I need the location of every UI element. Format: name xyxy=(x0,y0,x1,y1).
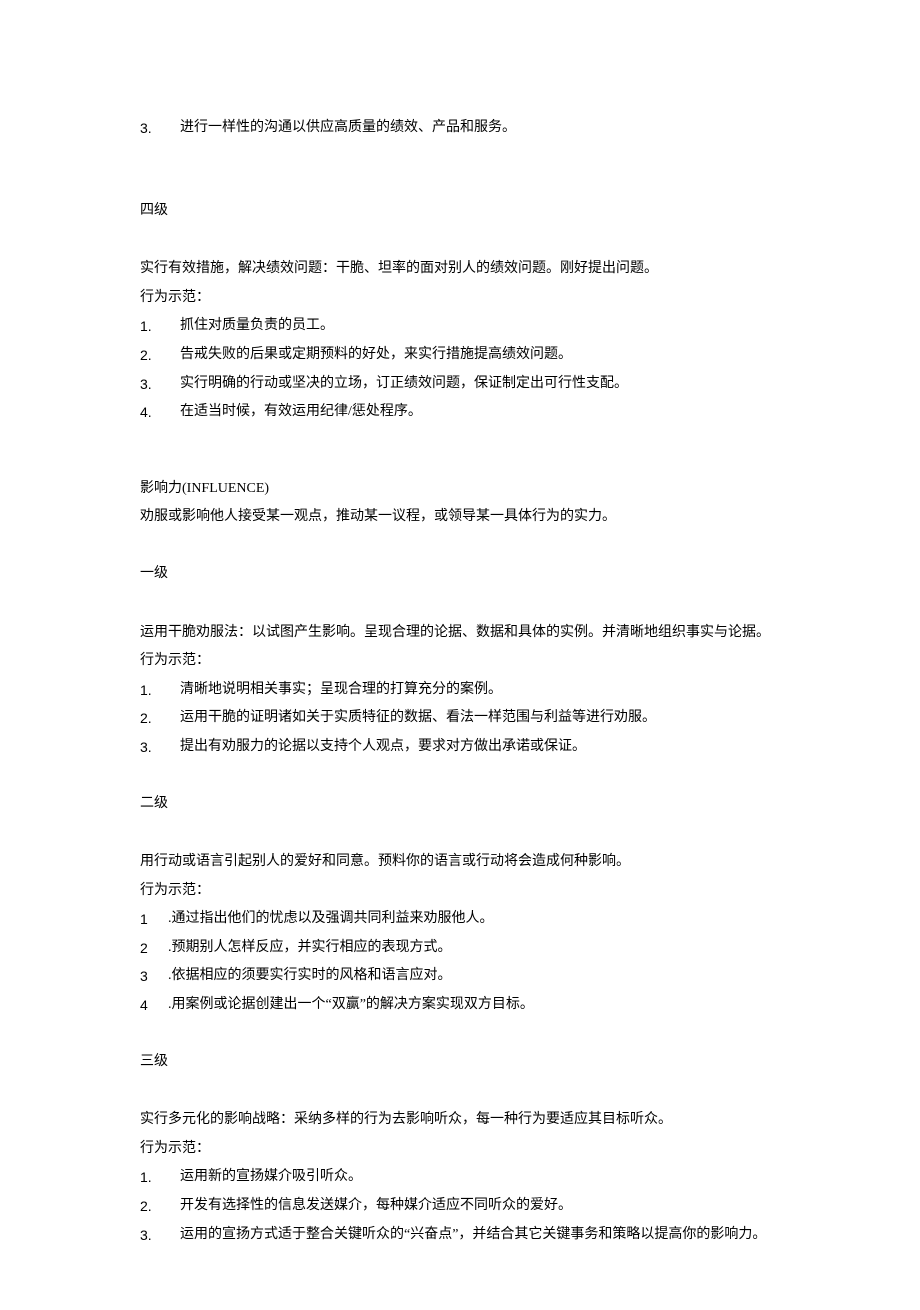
list-item: 1. 抓住对质量负责的员工。 xyxy=(140,313,780,340)
level-4-block: 四级 实行有效措施，解决绩效问题：干脆、坦率的面对别人的绩效问题。刚好提出问题。… xyxy=(140,198,780,426)
level-2-block: 二级 用行动或语言引起别人的爱好和同意。预料你的语言或行动将会造成何种影响。 行… xyxy=(140,791,780,1019)
list-text: .预期别人怎样反应，并实行相应的表现方式。 xyxy=(168,935,780,962)
example-label: 行为示范： xyxy=(140,878,780,905)
list-text: 提出有劝服力的论据以支持个人观点，要求对方做出承诺或保证。 xyxy=(180,734,780,761)
list-item: 2 .预期别人怎样反应，并实行相应的表现方式。 xyxy=(140,935,780,962)
competency-description: 劝服或影响他人接受某一观点，推动某一议程，或领导某一具体行为的实力。 xyxy=(140,504,780,531)
list-item: 1. 运用新的宣扬媒介吸引听众。 xyxy=(140,1164,780,1191)
list-item: 4. 在适当时候，有效运用纪律/惩处程序。 xyxy=(140,399,780,426)
list-item: 3. 运用的宣扬方式适于整合关键听众的“兴奋点”，并结合其它关键事务和策略以提高… xyxy=(140,1222,780,1249)
list-text: 抓住对质量负责的员工。 xyxy=(180,313,780,340)
list-item: 3. 实行明确的行动或坚决的立场，订正绩效问题，保证制定出可行性支配。 xyxy=(140,371,780,398)
influence-title-block: 影响力(INFLUENCE) 劝服或影响他人接受某一观点，推动某一议程，或领导某… xyxy=(140,476,780,531)
list-number: 3. xyxy=(140,734,180,761)
intro-text: 实行多元化的影响战略：采纳多样的行为去影响听众，每一种行为要适应其目标听众。 xyxy=(140,1107,780,1134)
list-number: 3. xyxy=(140,371,180,398)
list-item: 1 .通过指出他们的忧虑以及强调共同利益来劝服他人。 xyxy=(140,906,780,933)
example-label: 行为示范： xyxy=(140,1136,780,1163)
level-heading: 一级 xyxy=(140,561,780,588)
competency-title: 影响力(INFLUENCE) xyxy=(140,476,780,503)
list-number: 1. xyxy=(140,313,180,340)
list-item: 3 .依据相应的须要实行实时的风格和语言应对。 xyxy=(140,963,780,990)
list-text: 运用新的宣扬媒介吸引听众。 xyxy=(180,1164,780,1191)
list-number: 1 xyxy=(140,906,168,933)
list-text: .用案例或论据创建出一个“双赢”的解决方案实现双方目标。 xyxy=(168,992,780,1019)
list-number: 1. xyxy=(140,1164,180,1191)
list-text: 实行明确的行动或坚决的立场，订正绩效问题，保证制定出可行性支配。 xyxy=(180,371,780,398)
intro-text: 实行有效措施，解决绩效问题：干脆、坦率的面对别人的绩效问题。刚好提出问题。 xyxy=(140,256,780,283)
list-number: 2. xyxy=(140,342,180,369)
list-item: 1. 清晰地说明相关事实；呈现合理的打算充分的案例。 xyxy=(140,677,780,704)
list-text: 运用干脆的证明诸如关于实质特征的数据、看法一样范围与利益等进行劝服。 xyxy=(180,705,780,732)
list-text: .依据相应的须要实行实时的风格和语言应对。 xyxy=(168,963,780,990)
list-number: 3. xyxy=(140,1222,180,1249)
list-number: 4. xyxy=(140,399,180,426)
list-number: 2. xyxy=(140,1193,180,1220)
list-number: 3 xyxy=(140,963,168,990)
list-number: 3. xyxy=(140,115,180,142)
intro-text: 用行动或语言引起别人的爱好和同意。预料你的语言或行动将会造成何种影响。 xyxy=(140,849,780,876)
list-item: 2. 告戒失败的后果或定期预料的好处，来实行措施提高绩效问题。 xyxy=(140,342,780,369)
list-item: 2. 运用干脆的证明诸如关于实质特征的数据、看法一样范围与利益等进行劝服。 xyxy=(140,705,780,732)
list-text: .通过指出他们的忧虑以及强调共同利益来劝服他人。 xyxy=(168,906,780,933)
level-heading: 三级 xyxy=(140,1049,780,1076)
list-item: 3. 提出有劝服力的论据以支持个人观点，要求对方做出承诺或保证。 xyxy=(140,734,780,761)
list-number: 4 xyxy=(140,992,168,1019)
list-text: 运用的宣扬方式适于整合关键听众的“兴奋点”，并结合其它关键事务和策略以提高你的影… xyxy=(180,1222,780,1249)
list-text: 告戒失败的后果或定期预料的好处，来实行措施提高绩效问题。 xyxy=(180,342,780,369)
list-number: 1. xyxy=(140,677,180,704)
level-3-block: 三级 实行多元化的影响战略：采纳多样的行为去影响听众，每一种行为要适应其目标听众… xyxy=(140,1049,780,1249)
example-label: 行为示范： xyxy=(140,285,780,312)
example-label: 行为示范： xyxy=(140,648,780,675)
list-text: 进行一样性的沟通以供应高质量的绩效、产品和服务。 xyxy=(180,115,780,142)
list-text: 在适当时候，有效运用纪律/惩处程序。 xyxy=(180,399,780,426)
level-heading: 二级 xyxy=(140,791,780,818)
list-text: 清晰地说明相关事实；呈现合理的打算充分的案例。 xyxy=(180,677,780,704)
level-1-block: 一级 运用干脆劝服法：以试图产生影响。呈现合理的论据、数据和具体的实例。并清晰地… xyxy=(140,561,780,761)
level-heading: 四级 xyxy=(140,198,780,225)
list-item: 3. 进行一样性的沟通以供应高质量的绩效、产品和服务。 xyxy=(140,115,780,142)
list-text: 开发有选择性的信息发送媒介，每种媒介适应不同听众的爱好。 xyxy=(180,1193,780,1220)
orphan-list-block: 3. 进行一样性的沟通以供应高质量的绩效、产品和服务。 xyxy=(140,115,780,142)
list-number: 2. xyxy=(140,705,180,732)
list-item: 2. 开发有选择性的信息发送媒介，每种媒介适应不同听众的爱好。 xyxy=(140,1193,780,1220)
list-item: 4 .用案例或论据创建出一个“双赢”的解决方案实现双方目标。 xyxy=(140,992,780,1019)
list-number: 2 xyxy=(140,935,168,962)
intro-text: 运用干脆劝服法：以试图产生影响。呈现合理的论据、数据和具体的实例。并清晰地组织事… xyxy=(140,620,780,647)
